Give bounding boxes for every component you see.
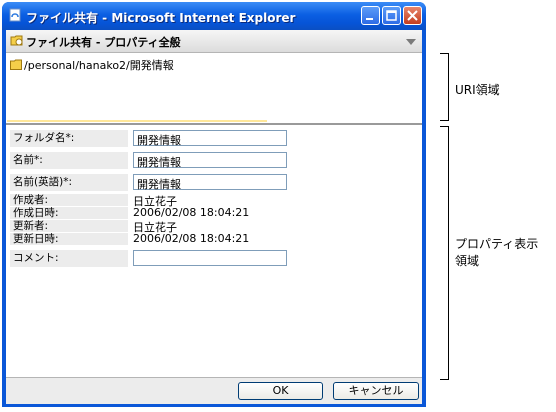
- browser-window: ファイル共有 - Microsoft Internet Explorer ファイ…: [2, 2, 426, 407]
- maximize-icon: [386, 10, 397, 21]
- ie-page-icon: [9, 8, 21, 22]
- dialog-title: ファイル共有 - プロパティ全般: [26, 36, 181, 49]
- name-en-label: 名前(英語)*:: [10, 174, 128, 191]
- uri-area: /personal/hanako2/開発情報: [6, 53, 422, 125]
- name-field[interactable]: 開発情報: [133, 152, 287, 169]
- minimize-button[interactable]: [361, 6, 380, 25]
- updated-label: 更新日時:: [10, 233, 128, 245]
- dialog-content: ファイル共有 - プロパティ全般 /personal/hanako2/開発情報 …: [6, 30, 422, 404]
- uri-path[interactable]: /personal/hanako2/開発情報: [24, 59, 174, 72]
- close-window-button[interactable]: [403, 6, 422, 25]
- minimize-icon: [366, 18, 373, 20]
- close-icon: [407, 10, 418, 21]
- name-en-field[interactable]: 開発情報: [133, 174, 287, 191]
- created-label: 作成日時:: [10, 207, 128, 219]
- property-area: フォルダ名*: 開発情報 名前*: 開発情報 名前(英語)*: 開発情報 作成者…: [6, 126, 422, 376]
- ok-button[interactable]: OK: [238, 382, 323, 400]
- collapse-arrow-icon[interactable]: [406, 39, 416, 45]
- folder-name-field[interactable]: 開発情報: [133, 130, 287, 147]
- updater-label: 更新者:: [10, 220, 128, 232]
- folder-share-icon: [10, 35, 23, 46]
- uri-area-bracket: [440, 53, 449, 121]
- uri-area-annotation: URI領域: [455, 83, 500, 97]
- comment-field[interactable]: [133, 250, 287, 266]
- folder-name-label: フォルダ名*:: [10, 130, 128, 147]
- uri-path-row: /personal/hanako2/開発情報: [10, 57, 174, 73]
- maximize-button[interactable]: [382, 6, 401, 25]
- property-area-annotation-line2: 領域: [455, 254, 480, 268]
- uri-highlight-bar: [7, 120, 267, 122]
- created-value: 2006/02/08 18:04:21: [133, 206, 250, 219]
- folder-icon: [10, 59, 22, 70]
- property-area-bracket: [440, 126, 449, 380]
- name-label: 名前*:: [10, 152, 128, 169]
- creator-label: 作成者:: [10, 194, 128, 206]
- button-bar: OK キャンセル: [6, 377, 422, 404]
- updated-value: 2006/02/08 18:04:21: [133, 232, 250, 245]
- window-title: ファイル共有 - Microsoft Internet Explorer: [26, 11, 296, 25]
- cancel-button[interactable]: キャンセル: [333, 382, 419, 400]
- comment-label: コメント:: [10, 250, 128, 267]
- property-area-annotation-line1: プロパティ表示: [455, 237, 539, 251]
- title-bar[interactable]: ファイル共有 - Microsoft Internet Explorer: [2, 2, 426, 30]
- dialog-header: ファイル共有 - プロパティ全般: [6, 30, 422, 53]
